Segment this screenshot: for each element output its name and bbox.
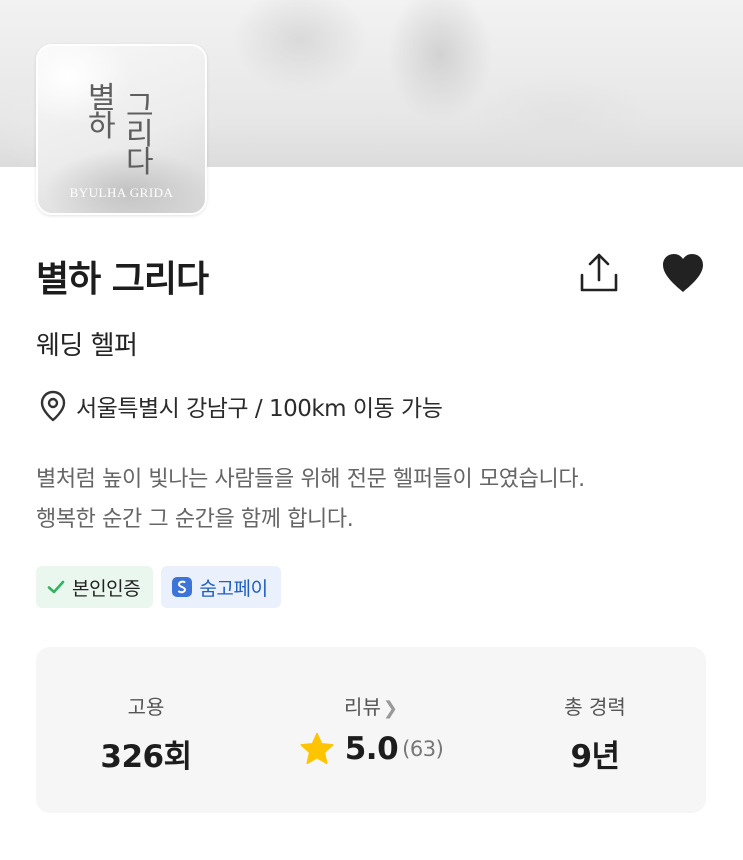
service-category: 웨딩 헬퍼: [36, 331, 138, 361]
soomgo-pay-label: 숨고페이: [199, 577, 268, 600]
rating-line: 5.0 (63): [299, 731, 444, 767]
rating-row: 5.0 (63): [261, 731, 481, 774]
career-value: 9년: [570, 739, 620, 775]
heart-icon: [663, 254, 703, 292]
stats-panel: 고용 326회 리뷰 ❯ 5.0 (63) 총 경력 9년: [36, 647, 706, 813]
stat-reviews[interactable]: 리뷰 ❯ 5.0 (63): [261, 647, 481, 813]
rating-count: (63): [402, 737, 444, 761]
hires-value: 326회: [100, 739, 192, 775]
verified-badge: 본인인증: [36, 566, 154, 608]
logo-char: 하: [88, 109, 116, 144]
hires-label: 고용: [127, 695, 165, 719]
star-icon: [300, 732, 334, 765]
stat-hires: 고용 326회: [36, 647, 256, 813]
check-icon: [47, 580, 65, 594]
logo-char: 다: [126, 145, 154, 180]
description-line: 별처럼 높이 빛나는 사람들을 위해 전문 헬퍼들이 모였습니다.: [36, 467, 585, 492]
location-row: 서울특별시 강남구 / 100km 이동 가능: [36, 390, 443, 422]
favorite-button[interactable]: [660, 252, 706, 294]
soomgo-pay-badge: 숨고페이: [161, 566, 281, 608]
reviews-link[interactable]: 리뷰 ❯: [261, 691, 481, 720]
review-label: 리뷰: [344, 695, 381, 719]
soomgo-pay-icon: [172, 577, 193, 597]
profile-description: 별처럼 높이 빛나는 사람들을 위해 전문 헬퍼들이 모였습니다. 행복한 순간…: [36, 460, 726, 540]
location-pin-icon: [40, 390, 66, 422]
career-label: 총 경력: [564, 695, 626, 719]
chevron-right-icon: ❯: [382, 698, 398, 719]
logo-subtitle: BYULHA GRIDA: [69, 185, 174, 200]
verified-label: 본인인증: [72, 577, 141, 600]
share-icon: [580, 253, 618, 292]
share-button[interactable]: [576, 250, 622, 296]
stat-career: 총 경력 9년: [485, 647, 705, 813]
profile-logo: 별 하 그 리 다 BYULHA GRIDA: [36, 44, 207, 215]
description-line: 행복한 순간 그 순간을 함께 합니다.: [36, 507, 354, 532]
profile-name: 별하 그리다: [36, 259, 209, 300]
profile-page: 별 하 그 리 다 BYULHA GRIDA 별하 그리다 웨딩 헬퍼 서울특별…: [0, 0, 743, 860]
location-text: 서울특별시 강남구 / 100km 이동 가능: [76, 396, 443, 422]
badge-row: 본인인증 숨고페이: [36, 566, 281, 608]
rating-value: 5.0: [344, 731, 399, 767]
